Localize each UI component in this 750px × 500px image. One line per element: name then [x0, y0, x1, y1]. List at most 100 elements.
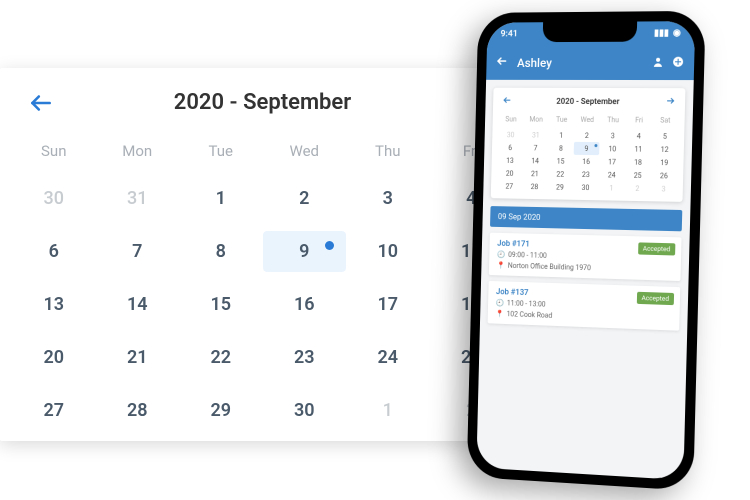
mini-calendar-day[interactable]: 31: [523, 128, 549, 141]
mini-calendar-day[interactable]: 28: [522, 180, 548, 193]
calendar-day[interactable]: 22: [179, 337, 263, 378]
mini-calendar-day[interactable]: 4: [626, 129, 652, 142]
mini-calendar-day[interactable]: 9: [574, 142, 600, 155]
mini-calendar-day[interactable]: 26: [651, 169, 678, 183]
mini-calendar-day[interactable]: 20: [497, 167, 522, 180]
calendar-day[interactable]: 21: [96, 337, 180, 378]
calendar-day[interactable]: 27: [12, 390, 96, 431]
status-badge: Accepted: [638, 242, 676, 255]
mini-calendar-day[interactable]: 2: [574, 129, 600, 142]
mini-weekday-label: Thu: [600, 113, 626, 126]
mini-weekday-label: Tue: [549, 113, 575, 126]
calendar-day[interactable]: 30: [263, 390, 347, 431]
mini-calendar-day[interactable]: 30: [573, 181, 599, 194]
back-arrow-icon[interactable]: [28, 90, 54, 122]
add-icon[interactable]: [672, 55, 684, 70]
calendar-day[interactable]: 1: [179, 178, 263, 219]
calendar-day[interactable]: 28: [96, 390, 180, 431]
user-icon[interactable]: [652, 55, 664, 70]
mini-next-icon[interactable]: [666, 96, 675, 107]
mini-calendar-day[interactable]: 29: [547, 180, 573, 193]
mini-calendar-day[interactable]: 10: [599, 142, 625, 155]
mini-calendar-title: 2020 - September: [556, 97, 619, 106]
mini-weekday-label: Sat: [652, 113, 679, 126]
job-location: 📍Norton Office Building 1970: [497, 261, 673, 274]
pin-icon: 📍: [497, 261, 506, 269]
mini-weekday-label: Mon: [523, 113, 549, 126]
mini-weekday-label: Fri: [626, 113, 652, 126]
calendar-day[interactable]: 3: [346, 178, 430, 219]
calendar-day[interactable]: 7: [96, 231, 180, 272]
status-icons: ▮▮▮◉: [650, 28, 681, 38]
phone-notch: [543, 22, 638, 43]
mini-calendar-day[interactable]: 27: [497, 180, 522, 193]
calendar-day[interactable]: 2: [263, 178, 347, 219]
appbar-title: Ashley: [517, 56, 644, 70]
calendar-day[interactable]: 14: [96, 284, 180, 325]
calendar-day[interactable]: 30: [12, 178, 96, 219]
calendar-title: 2020 - September: [174, 90, 351, 115]
mini-calendar-day[interactable]: 19: [651, 156, 678, 170]
mini-calendar-day[interactable]: 18: [625, 155, 651, 168]
calendar-day[interactable]: 17: [346, 284, 430, 325]
mini-weekday-label: Wed: [574, 113, 600, 126]
calendar-day[interactable]: 10: [346, 231, 430, 272]
mini-calendar-day[interactable]: 7: [523, 141, 549, 154]
calendar-day[interactable]: 20: [12, 337, 96, 378]
mini-calendar-day[interactable]: 21: [522, 167, 548, 180]
mini-weekday-label: Sun: [498, 112, 523, 125]
mini-calendar-day[interactable]: 17: [599, 155, 625, 168]
mini-calendar-day[interactable]: 2: [624, 182, 650, 196]
status-time: 9:41: [500, 29, 517, 39]
calendar-day[interactable]: 23: [263, 337, 347, 378]
calendar-day[interactable]: 24: [346, 337, 430, 378]
calendar-day[interactable]: 31: [96, 178, 180, 219]
mini-calendar-day[interactable]: 8: [548, 142, 574, 155]
calendar-day[interactable]: 6: [12, 231, 96, 272]
mini-calendar-day[interactable]: 24: [599, 168, 625, 181]
app-bar: Ashley: [486, 45, 695, 80]
mini-calendar-day[interactable]: 23: [573, 168, 599, 181]
calendar-day[interactable]: 16: [263, 284, 347, 325]
mini-calendar: 2020 - September SunMonTueWedThuFriSat 3…: [491, 88, 686, 202]
weekday-label: Wed: [263, 136, 347, 166]
mini-calendar-day[interactable]: 14: [522, 154, 548, 167]
mini-calendar-day[interactable]: 22: [547, 167, 573, 180]
mini-calendar-day[interactable]: 16: [573, 155, 599, 168]
mini-prev-icon[interactable]: [503, 96, 512, 107]
status-badge: Accepted: [636, 292, 674, 305]
weekday-label: Thu: [346, 136, 430, 166]
weekday-label: Sun: [12, 136, 96, 166]
calendar-day[interactable]: 8: [179, 231, 263, 272]
mini-calendar-day[interactable]: 11: [625, 142, 651, 155]
mini-calendar-day[interactable]: 6: [498, 141, 523, 154]
calendar-day[interactable]: 29: [179, 390, 263, 431]
selected-date-bar: 09 Sep 2020: [490, 206, 682, 231]
event-dot-icon: [325, 241, 334, 250]
mini-calendar-day[interactable]: 5: [652, 130, 679, 143]
mini-calendar-day[interactable]: 12: [651, 143, 678, 156]
job-card[interactable]: Job #137🕘11:00 - 13:00📍102 Cook RoadAcce…: [488, 281, 681, 331]
weekday-label: Tue: [179, 136, 263, 166]
mini-weekday-row: SunMonTueWedThuFriSat: [498, 112, 678, 126]
mini-calendar-day[interactable]: 15: [548, 155, 574, 168]
calendar-panel: 2020 - September SunMonTueWedThuFri 3031…: [0, 68, 525, 441]
mini-calendar-day[interactable]: 1: [598, 181, 624, 195]
mini-calendar-day[interactable]: 3: [600, 129, 626, 142]
job-card[interactable]: Job #171🕘09:00 - 11:00📍Norton Office Bui…: [489, 233, 682, 281]
calendar-day[interactable]: 13: [12, 284, 96, 325]
mini-calendar-day[interactable]: 3: [650, 182, 677, 196]
weekday-label: Mon: [96, 136, 180, 166]
mini-calendar-day[interactable]: 13: [497, 154, 522, 167]
mini-calendar-day[interactable]: 30: [498, 128, 523, 141]
pin-icon: 📍: [495, 310, 504, 318]
calendar-weekday-row: SunMonTueWedThuFri: [0, 136, 525, 178]
clock-icon: 🕘: [496, 299, 505, 307]
calendar-day[interactable]: 1: [346, 390, 430, 431]
calendar-day[interactable]: 15: [179, 284, 263, 325]
mini-calendar-day[interactable]: 1: [548, 129, 574, 142]
calendar-grid: 3031123467891011131415161718202122232425…: [0, 178, 525, 431]
appbar-back-icon[interactable]: [496, 55, 508, 71]
mini-calendar-day[interactable]: 25: [625, 169, 651, 183]
calendar-day[interactable]: 9: [263, 231, 347, 272]
